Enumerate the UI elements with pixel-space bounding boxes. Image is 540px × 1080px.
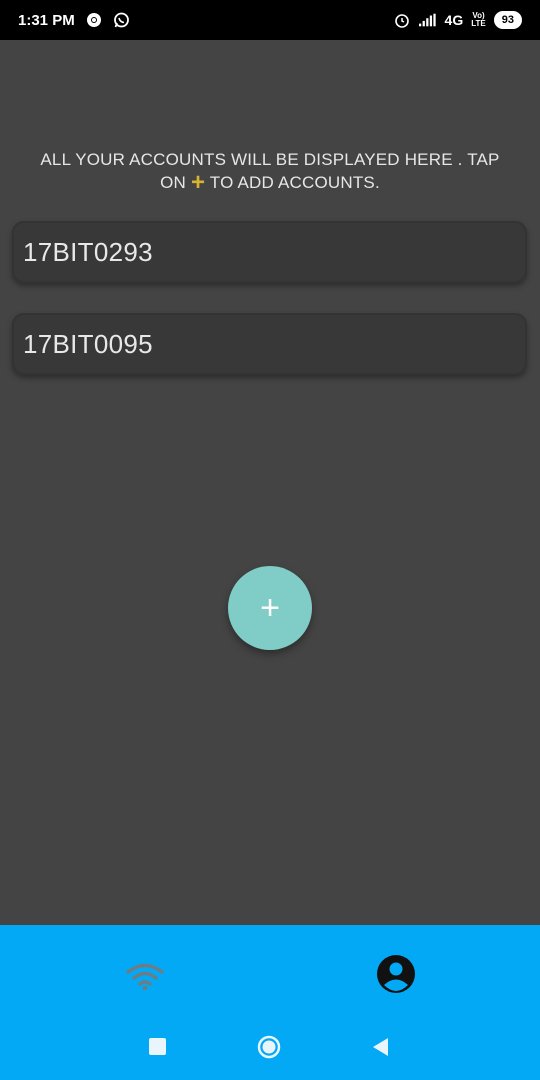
account-card[interactable]: 17BIT0293 [12,221,527,283]
network-type: 4G [444,12,464,28]
back-button[interactable] [371,1037,389,1057]
whatsapp-icon [113,11,131,29]
add-account-button[interactable]: + [228,566,312,650]
plus-icon: + [190,169,206,196]
alarm-icon [393,11,411,29]
wifi-icon[interactable] [125,962,165,992]
empty-hint: ALL YOUR ACCOUNTS WILL BE DISPLAYED HERE… [18,148,522,196]
hint-line2-prefix: ON [160,173,187,192]
add-icon: + [260,588,280,627]
bottom-nav [0,925,540,1080]
status-right: 4G Vo) LTE 93 [393,11,522,29]
home-button[interactable] [257,1035,281,1059]
volte-indicator: Vo) LTE [471,12,486,28]
recents-button[interactable] [149,1038,166,1055]
account-card[interactable]: 17BIT0095 [12,313,527,375]
volte-bottom: LTE [471,19,486,28]
status-bar: 1:31 PM 4G Vo) LTE 93 [0,0,540,40]
account-circle-icon[interactable] [376,954,416,994]
chrome-icon [85,11,103,29]
battery-indicator: 93 [493,11,522,29]
account-label: 17BIT0293 [23,236,153,267]
hint-line2-suffix: TO ADD ACCOUNTS. [209,173,380,192]
signal-icon [418,11,437,29]
account-label: 17BIT0095 [23,328,153,359]
hint-line1: ALL YOUR ACCOUNTS WILL BE DISPLAYED HERE… [40,150,500,169]
status-time: 1:31 PM [18,11,75,29]
status-left: 1:31 PM [18,11,131,29]
